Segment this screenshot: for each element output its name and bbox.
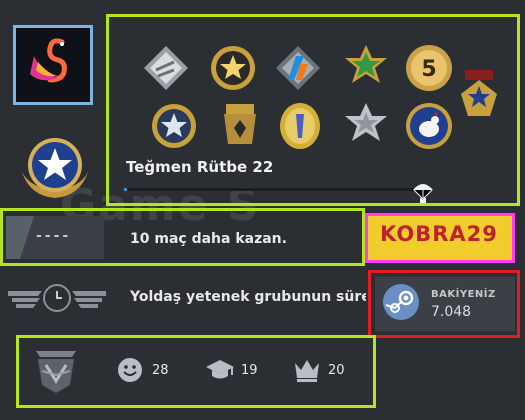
wallet-balance: 7.048 (431, 304, 472, 320)
avatar[interactable] (13, 25, 93, 105)
wallet-label: BAKİYENİZ (431, 289, 496, 300)
clock-wings-icon (6, 283, 108, 313)
skill-group-text: Yoldaş yetenek grubunun süre (130, 289, 366, 305)
gold-star-coin-icon[interactable] (207, 42, 259, 94)
steam-icon (382, 283, 420, 321)
teacher-cap-icon (205, 357, 235, 383)
rank-title: Teğmen Rütbe 22 (126, 158, 274, 176)
rank-chip-text: ---- (36, 228, 72, 244)
xp-progress-fill (124, 188, 127, 191)
counter-terrorist-pin-icon[interactable] (214, 100, 266, 152)
five-year-coin-icon[interactable]: 5 (403, 42, 455, 94)
operation-coin-icon[interactable] (272, 42, 324, 94)
teacher-count: 19 (241, 363, 258, 378)
leader-crown-icon (293, 357, 321, 383)
rank-chip-icon: ---- (6, 216, 104, 259)
flamingo-icon (30, 38, 67, 83)
chicken-coin-icon[interactable] (403, 100, 455, 152)
parachute-icon (412, 180, 434, 204)
xp-progress-bar (124, 188, 420, 191)
silver-star-pin-icon[interactable] (340, 100, 392, 152)
friendly-count: 28 (152, 363, 169, 378)
green-star-pin-icon[interactable] (340, 42, 392, 94)
profile-badge-icon (30, 345, 82, 397)
friendly-smile-icon (117, 357, 143, 383)
promo-code-text: KOBRA29 (380, 222, 498, 246)
win-mission-text: 10 maç daha kazan. (130, 231, 287, 247)
rank-emblem-icon (16, 132, 94, 202)
silver-star-coin-icon[interactable] (148, 100, 200, 152)
service-medal-icon[interactable] (456, 70, 502, 122)
bronze-coin-icon[interactable] (274, 100, 326, 152)
shattered-web-coin-icon[interactable] (140, 42, 192, 94)
svg-text:5: 5 (421, 57, 436, 82)
leader-count: 20 (328, 363, 345, 378)
